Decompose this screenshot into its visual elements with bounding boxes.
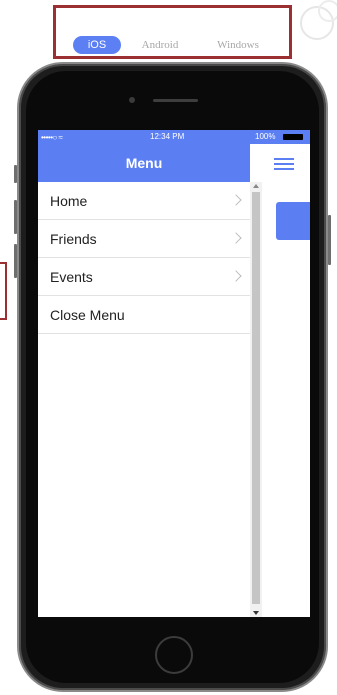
hamburger-icon[interactable] (274, 158, 294, 170)
tab-windows[interactable]: Windows (206, 36, 270, 54)
menu-item-label: Close Menu (50, 307, 125, 323)
chevron-right-icon (230, 270, 242, 282)
chevron-right-icon (230, 194, 242, 206)
platform-selector: iOS Android Windows (53, 5, 292, 59)
decorative-circle-small (318, 0, 337, 22)
content-panel (262, 182, 310, 617)
volume-down-button (14, 244, 17, 278)
scrollbar[interactable] (250, 182, 262, 617)
menu-title: Menu (38, 144, 250, 182)
menu-item-friends[interactable]: Friends (38, 220, 250, 258)
menu-item-home[interactable]: Home (38, 182, 250, 220)
tab-android[interactable]: Android (130, 36, 190, 54)
menu-item-close[interactable]: Close Menu (38, 296, 250, 334)
home-button[interactable] (155, 636, 193, 674)
content-button[interactable] (276, 202, 310, 240)
chevron-right-icon (230, 232, 242, 244)
status-bar: •••••○ ≈ 12:34 PM 100% (38, 130, 310, 144)
front-camera (129, 97, 135, 103)
scroll-thumb[interactable] (252, 192, 260, 604)
status-time: 12:34 PM (150, 132, 185, 141)
scroll-up-arrow-icon[interactable] (253, 184, 259, 188)
side-highlight-marker (0, 262, 7, 320)
volume-up-button (14, 200, 17, 234)
phone-screen: •••••○ ≈ 12:34 PM 100% Menu Home Friends… (38, 130, 310, 617)
menu-item-label: Home (50, 193, 88, 209)
menu-item-label: Events (50, 269, 93, 285)
battery-percent: 100% (255, 132, 276, 141)
side-menu: Home Friends Events Close Menu (38, 182, 250, 334)
menu-item-label: Friends (50, 231, 97, 247)
power-button (328, 215, 331, 265)
battery-icon (283, 134, 303, 140)
mute-switch (14, 165, 17, 183)
scroll-down-arrow-icon[interactable] (253, 611, 259, 615)
menu-item-events[interactable]: Events (38, 258, 250, 296)
signal-indicator: •••••○ ≈ (41, 133, 63, 142)
tab-ios[interactable]: iOS (73, 36, 121, 54)
earpiece-speaker (153, 99, 198, 102)
